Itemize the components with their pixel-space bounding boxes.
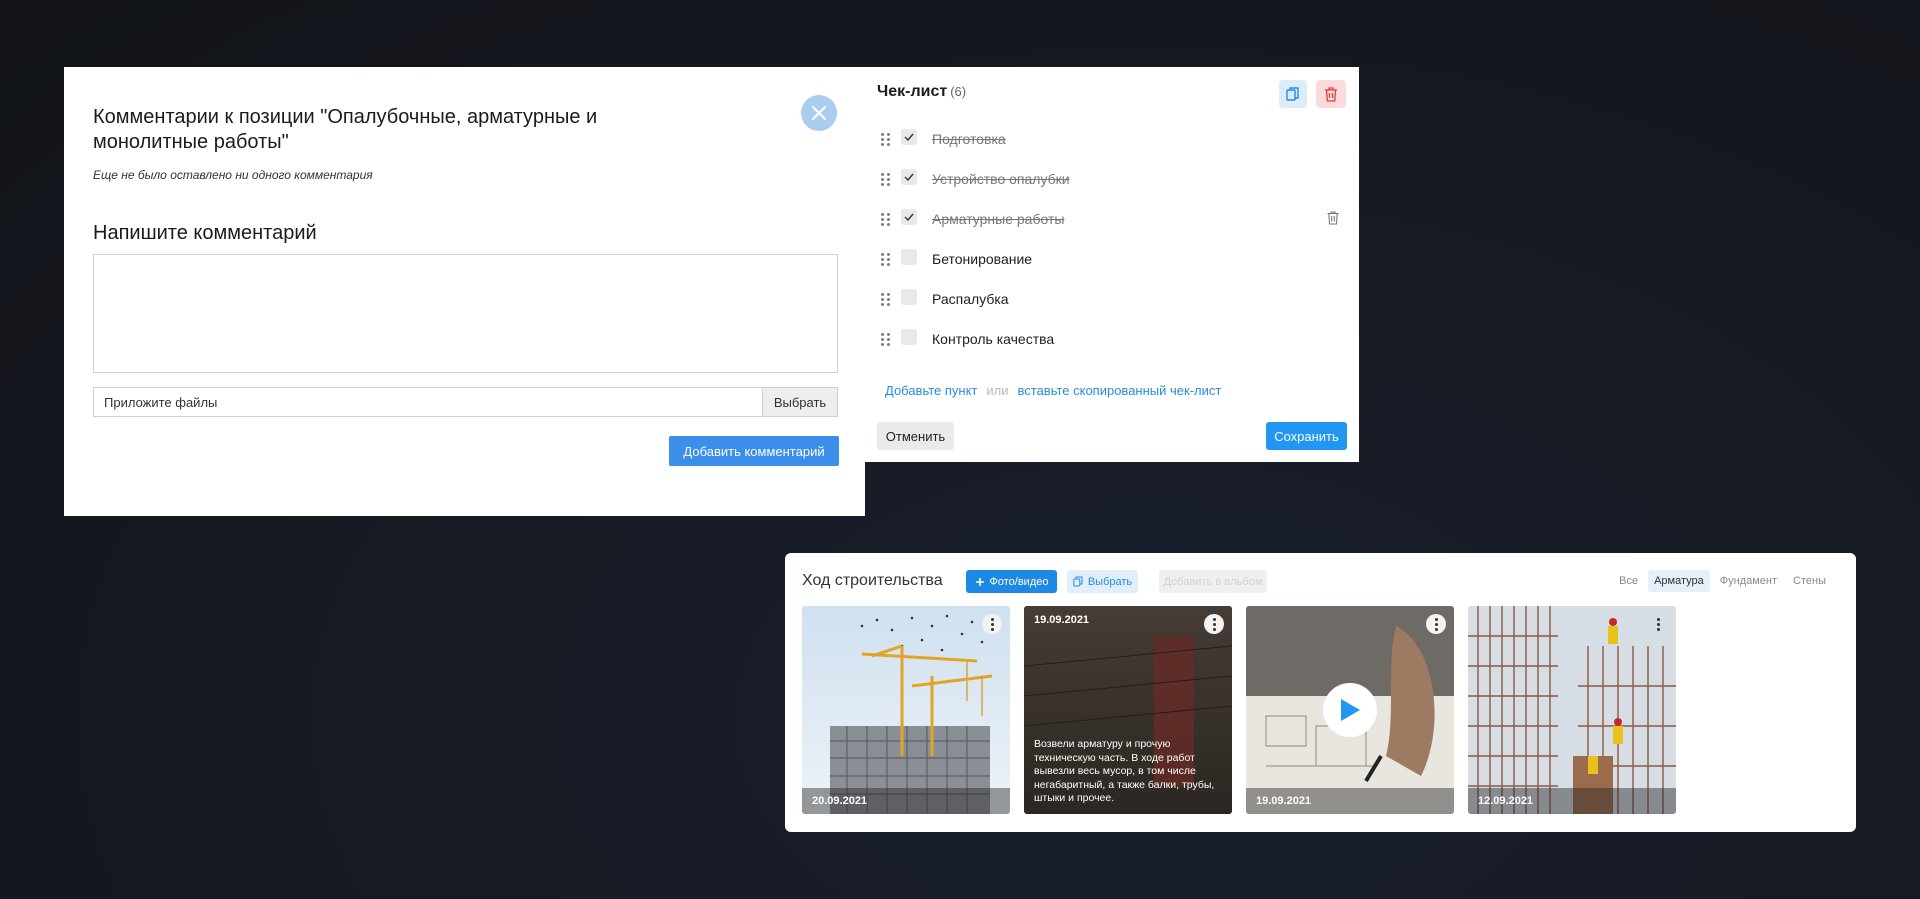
checklist-add-links: Добавьте пункт или вставьте скопированный … (885, 383, 1221, 398)
filter-tab[interactable]: Фундамент (1714, 570, 1783, 592)
checklist-item[interactable]: Подготовка (877, 119, 1347, 159)
save-button[interactable]: Сохранить (1266, 422, 1347, 450)
drag-handle-icon[interactable] (881, 292, 891, 306)
add-comment-button[interactable]: Добавить комментарий (669, 436, 839, 466)
drag-handle-icon[interactable] (881, 212, 891, 226)
delete-checklist-button[interactable] (1316, 80, 1346, 108)
checklist-item[interactable]: Устройство опалубки (877, 159, 1347, 199)
checkbox[interactable] (901, 169, 917, 185)
media-card[interactable]: 19.09.2021 (1246, 606, 1454, 814)
checkmark-icon (904, 173, 914, 181)
copy-icon (1073, 576, 1083, 587)
filter-tabs: Все Арматура Фундамент Стены (1613, 570, 1832, 592)
checkmark-icon (904, 213, 914, 221)
checklist-count: (6) (950, 84, 967, 99)
paste-checklist-link[interactable]: вставьте скопированный чек-лист (1018, 383, 1222, 398)
add-photo-video-button[interactable]: Фото/видео (966, 570, 1057, 593)
copy-checklist-button[interactable] (1279, 80, 1307, 108)
select-label: Выбрать (1087, 575, 1133, 588)
trash-icon (1327, 211, 1339, 225)
plus-icon (975, 577, 984, 586)
construction-progress-panel: Ход строительства Фото/видео Выбрать Доб… (785, 553, 1856, 832)
comment-textarea[interactable] (93, 254, 838, 373)
filter-tab[interactable]: Арматура (1648, 570, 1710, 592)
more-options-icon[interactable] (1648, 614, 1668, 634)
checklist-item-label: Бетонирование (932, 251, 1033, 267)
card-caption: Возвели арматуру и прочую техническую ча… (1034, 738, 1215, 804)
add-photo-video-label: Фото/видео (989, 575, 1049, 588)
add-to-album-button[interactable]: Добавить в альбом (1159, 570, 1267, 593)
checklist-item-label: Распалубка (932, 291, 1009, 307)
drag-handle-icon[interactable] (881, 252, 891, 266)
checkbox[interactable] (901, 249, 917, 265)
checklist-item-label: Подготовка (932, 131, 1006, 147)
checkmark-icon (904, 133, 914, 141)
checklist-items: Подготовка Устройство опалубки Арматурны… (877, 119, 1347, 359)
empty-comments-note: Еще не было оставлено ни одного коммента… (93, 168, 373, 182)
media-card[interactable]: 19.09.2021 Возвели арматуру и прочую тех… (1024, 606, 1232, 814)
checklist-item-label: Контроль качества (932, 331, 1055, 347)
trash-icon (1325, 86, 1337, 102)
checkbox[interactable] (901, 129, 917, 145)
more-options-icon[interactable] (1204, 614, 1224, 634)
card-date: 19.09.2021 (1246, 788, 1454, 814)
or-text: или (986, 383, 1009, 398)
filter-tab[interactable]: Все (1613, 570, 1644, 592)
media-card[interactable]: 12.09.2021 (1468, 606, 1676, 814)
checkbox[interactable] (901, 209, 917, 225)
copy-icon (1286, 87, 1299, 101)
delete-item-button[interactable] (1327, 211, 1339, 230)
write-comment-heading: Напишите комментарий (93, 222, 317, 244)
checklist-title: Чек-лист (877, 83, 948, 100)
rebar-workers-photo (1468, 606, 1676, 814)
checklist-item[interactable]: Распалубка (877, 279, 1347, 319)
file-attach-label: Приложите файлы (104, 395, 218, 410)
play-button[interactable] (1323, 683, 1377, 737)
construction-crane-photo (802, 606, 1010, 814)
select-button[interactable]: Выбрать (1067, 570, 1138, 593)
play-icon (1341, 699, 1360, 721)
drag-handle-icon[interactable] (881, 332, 891, 346)
checklist-panel: Чек-лист (6) Подготовка Устройство опалуб… (865, 67, 1359, 462)
close-icon (812, 106, 826, 120)
cancel-button[interactable]: Отменить (877, 422, 954, 450)
card-date: 12.09.2021 (1468, 788, 1676, 814)
choose-file-button[interactable]: Выбрать (762, 388, 837, 416)
checkbox[interactable] (901, 329, 917, 345)
comments-title: Комментарии к позиции "Опалубочные, арма… (93, 106, 598, 153)
file-attach-field[interactable]: Приложите файлы Выбрать (93, 387, 838, 417)
checklist-item[interactable]: Контроль качества (877, 319, 1347, 359)
more-options-icon[interactable] (1426, 614, 1446, 634)
card-date: 20.09.2021 (802, 788, 1010, 814)
card-date: 19.09.2021 (1034, 614, 1090, 626)
media-card[interactable]: 20.09.2021 (802, 606, 1010, 814)
checkbox[interactable] (901, 289, 917, 305)
checklist-header: Чек-лист (6) (877, 83, 966, 101)
checklist-item[interactable]: Бетонирование (877, 239, 1347, 279)
more-options-icon[interactable] (982, 614, 1002, 634)
checklist-item-label: Устройство опалубки (932, 171, 1070, 187)
comments-modal: Комментарии к позиции "Опалубочные, арма… (64, 67, 865, 516)
media-cards: 20.09.2021 19.09.2021 Возвели арматуру и… (802, 606, 1676, 814)
checklist-item[interactable]: Арматурные работы (877, 199, 1347, 239)
close-button[interactable] (801, 95, 837, 131)
drag-handle-icon[interactable] (881, 172, 891, 186)
drag-handle-icon[interactable] (881, 132, 891, 146)
checklist-item-label: Арматурные работы (932, 211, 1065, 227)
add-item-link[interactable]: Добавьте пункт (885, 383, 977, 398)
filter-tab[interactable]: Стены (1787, 570, 1832, 592)
progress-title: Ход строительства (802, 572, 943, 589)
